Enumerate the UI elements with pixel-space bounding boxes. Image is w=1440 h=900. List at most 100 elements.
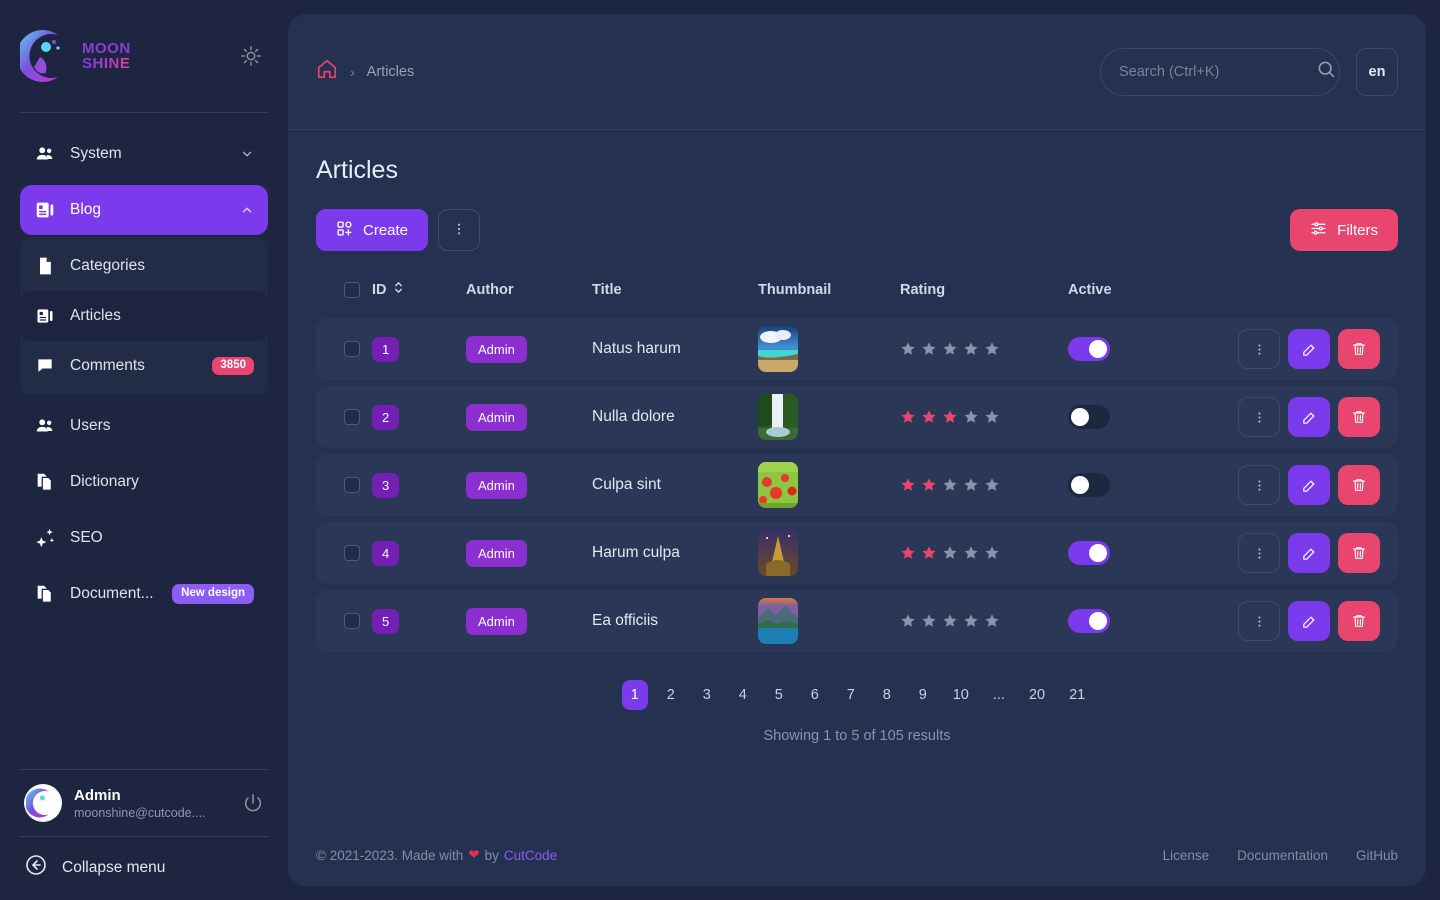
sidebar-item-comments[interactable]: Comments 3850	[20, 341, 268, 391]
language-switcher[interactable]: en	[1356, 47, 1398, 96]
pagination-page[interactable]: 5	[766, 680, 792, 710]
active-toggle[interactable]	[1068, 541, 1110, 565]
toolbar-more-button[interactable]	[438, 209, 481, 251]
thumbnail-image[interactable]	[758, 530, 798, 576]
row-delete-button[interactable]	[1338, 465, 1380, 505]
pagination-page[interactable]: 1	[621, 680, 648, 710]
pagination-page[interactable]: 21	[1062, 680, 1092, 710]
row-delete-button[interactable]	[1338, 329, 1380, 369]
row-select-cell	[316, 522, 372, 584]
footer-link[interactable]: License	[1163, 848, 1210, 863]
user-email: moonshine@cutcode....	[74, 805, 206, 820]
row-checkbox[interactable]	[344, 545, 360, 561]
pagination-page[interactable]: 10	[946, 680, 976, 710]
row-delete-button[interactable]	[1338, 601, 1380, 641]
sidebar-item-articles[interactable]: Articles	[20, 291, 268, 341]
filters-button[interactable]: Filters	[1290, 209, 1398, 251]
logo[interactable]: MOON SHINE	[16, 29, 224, 83]
row-checkbox[interactable]	[344, 477, 360, 493]
user-profile[interactable]: Admin moonshine@cutcode....	[20, 770, 268, 836]
row-edit-button[interactable]	[1288, 533, 1330, 573]
sidebar-item-categories[interactable]: Categories	[20, 241, 268, 291]
sidebar-item-dictionary[interactable]: Dictionary	[20, 457, 268, 507]
pagination-page[interactable]: 9	[910, 680, 936, 710]
table-row[interactable]: 1 Admin Natus harum	[316, 318, 1398, 380]
rating-stars[interactable]	[900, 409, 1068, 425]
rating-stars[interactable]	[900, 477, 1068, 493]
column-author: Author	[466, 281, 514, 298]
row-more-button[interactable]	[1238, 465, 1280, 505]
pagination-page[interactable]: 7	[838, 680, 864, 710]
column-id-label: ID	[372, 281, 387, 298]
row-edit-button[interactable]	[1288, 397, 1330, 437]
table-row[interactable]: 3 Admin Culpa sint	[316, 454, 1398, 516]
row-title-cell: Culpa sint	[592, 454, 758, 516]
sidebar-item-label: Document...	[70, 585, 154, 602]
sidebar-item-blog[interactable]: Blog	[20, 185, 268, 235]
active-toggle[interactable]	[1068, 337, 1110, 361]
active-toggle[interactable]	[1068, 609, 1110, 633]
thumbnail-image[interactable]	[758, 598, 798, 644]
collapse-menu-button[interactable]: Collapse menu	[20, 837, 268, 886]
row-edit-button[interactable]	[1288, 329, 1330, 369]
row-more-button[interactable]	[1238, 397, 1280, 437]
pagination-page[interactable]: 6	[802, 680, 828, 710]
sort-updown-icon[interactable]	[393, 281, 404, 298]
row-checkbox[interactable]	[344, 613, 360, 629]
row-rating-cell	[900, 454, 1068, 516]
column-id[interactable]: ID	[372, 281, 466, 312]
sidebar-item-system[interactable]: System	[20, 129, 268, 179]
rating-stars[interactable]	[900, 341, 1068, 357]
footer-link[interactable]: GitHub	[1356, 848, 1398, 863]
topbar: › Articles en	[288, 14, 1426, 130]
search-box[interactable]	[1100, 47, 1340, 96]
sidebar-item-label: Users	[70, 417, 111, 434]
footer-copyright-mid: by	[484, 847, 499, 863]
power-icon[interactable]	[242, 792, 264, 814]
row-delete-button[interactable]	[1338, 533, 1380, 573]
articles-table: ID Author Title Thumbnail Rating Active …	[316, 275, 1398, 658]
row-checkbox[interactable]	[344, 341, 360, 357]
create-button[interactable]: Create	[316, 209, 429, 251]
row-more-button[interactable]	[1238, 329, 1280, 369]
row-edit-button[interactable]	[1288, 465, 1330, 505]
rating-stars[interactable]	[900, 545, 1068, 561]
sidebar-item-documentation[interactable]: Document... New design	[20, 569, 268, 619]
pagination-page[interactable]: 8	[874, 680, 900, 710]
table-row[interactable]: 5 Admin Ea officiis	[316, 590, 1398, 652]
row-delete-button[interactable]	[1338, 397, 1380, 437]
pagination-page[interactable]: 2	[658, 680, 684, 710]
search-input[interactable]	[1119, 63, 1306, 80]
row-rating-cell	[900, 590, 1068, 652]
breadcrumb-current: Articles	[366, 63, 415, 80]
sun-icon[interactable]	[234, 39, 268, 73]
table-row[interactable]: 2 Admin Nulla dolore	[316, 386, 1398, 448]
row-checkbox[interactable]	[344, 409, 360, 425]
row-more-button[interactable]	[1238, 601, 1280, 641]
pagination-page[interactable]: 3	[694, 680, 720, 710]
thumbnail-image[interactable]	[758, 394, 798, 440]
row-edit-button[interactable]	[1288, 601, 1330, 641]
collapse-menu-label: Collapse menu	[62, 858, 166, 876]
footer: © 2021-2023. Made with ❤ by CutCode Lice…	[288, 824, 1426, 886]
row-active-cell	[1068, 522, 1218, 584]
thumbnail-image[interactable]	[758, 462, 798, 508]
table-row[interactable]: 4 Admin Harum culpa	[316, 522, 1398, 584]
rating-stars[interactable]	[900, 613, 1068, 629]
breadcrumb: › Articles	[316, 58, 1084, 85]
pagination-page[interactable]: 4	[730, 680, 756, 710]
home-icon[interactable]	[316, 58, 338, 85]
footer-brand-link[interactable]: CutCode	[504, 848, 557, 863]
pagination: 1 2 3 4 5 6 7 8 9 10... 20 21	[316, 680, 1398, 710]
pagination-page[interactable]: 20	[1022, 680, 1052, 710]
thumbnail-image[interactable]	[758, 326, 798, 372]
row-more-button[interactable]	[1238, 533, 1280, 573]
sidebar-item-seo[interactable]: SEO	[20, 513, 268, 563]
users-group-icon	[34, 415, 56, 437]
footer-link[interactable]: Documentation	[1237, 848, 1328, 863]
active-toggle[interactable]	[1068, 473, 1110, 497]
search-icon[interactable]	[1316, 59, 1336, 84]
sidebar-item-users[interactable]: Users	[20, 401, 268, 451]
active-toggle[interactable]	[1068, 405, 1110, 429]
select-all-checkbox[interactable]	[344, 281, 360, 298]
